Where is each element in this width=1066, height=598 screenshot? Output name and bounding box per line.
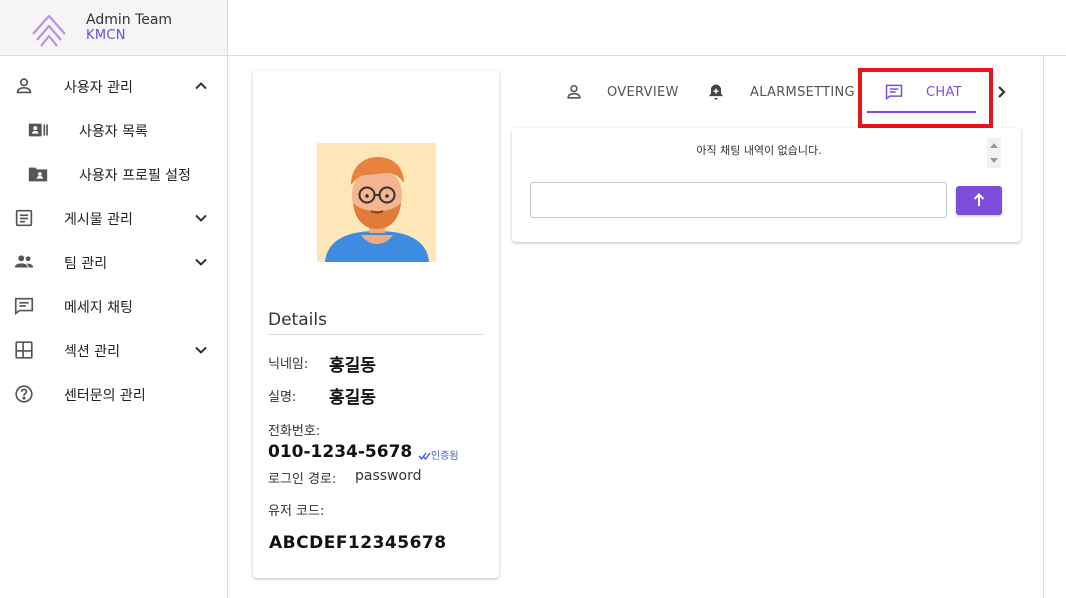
dashboard-icon xyxy=(15,341,33,359)
brand-subtitle: KMCN xyxy=(86,28,126,43)
sidebar-item-user-list[interactable]: 사용자 목록 xyxy=(0,108,228,152)
people-icon xyxy=(14,255,34,268)
sidebar-item-label: 센터문의 관리 xyxy=(64,388,146,404)
chat-message-input[interactable] xyxy=(530,182,947,218)
sidebar-item-team-management[interactable]: 팀 관리 xyxy=(0,240,228,284)
tab-label: OVERVIEW xyxy=(607,85,679,100)
chat-icon xyxy=(14,297,34,315)
avatar-illustration xyxy=(317,143,436,262)
nickname-label: 닉네임: xyxy=(268,357,309,372)
sidebar-item-label: 섹션 관리 xyxy=(64,344,120,360)
login-method-value: password xyxy=(355,468,422,484)
empty-chat-message: 아직 채팅 내역이 없습니다. xyxy=(696,144,822,157)
right-scroll-gutter xyxy=(1043,56,1066,598)
top-app-bar xyxy=(228,0,1066,56)
highlight-box xyxy=(858,68,993,128)
sidebar-item-label: 사용자 관리 xyxy=(64,80,133,96)
chevron-down-icon[interactable] xyxy=(191,208,211,228)
sidebar-item-post-management[interactable]: 게시물 관리 xyxy=(0,196,228,240)
sidebar-item-label: 팀 관리 xyxy=(64,256,108,272)
sidebar-item-inquiry-management[interactable]: 센터문의 관리 xyxy=(0,372,228,416)
help-icon xyxy=(15,385,33,403)
chevron-up-icon[interactable] xyxy=(191,76,211,96)
badge-icon xyxy=(28,123,48,137)
chevron-right-icon[interactable] xyxy=(995,83,1009,101)
article-icon xyxy=(15,209,33,227)
sidebar: 사용자 관리 사용자 목록 사용자 프로필 설정 게시물 관리 팀 관리 메세지… xyxy=(0,56,228,598)
chevron-down-icon[interactable] xyxy=(191,340,211,360)
chevron-down-icon[interactable] xyxy=(191,252,211,272)
realname-value: 홍길동 xyxy=(329,388,376,408)
sidebar-item-section-management[interactable]: 섹션 관리 xyxy=(0,328,228,372)
sidebar-item-label: 사용자 프로필 설정 xyxy=(79,168,191,184)
phone-value: 010-1234-5678 xyxy=(268,442,413,462)
sidebar-item-message-chat[interactable]: 메세지 채팅 xyxy=(0,284,228,328)
chat-panel: 아직 채팅 내역이 없습니다. xyxy=(512,128,1021,242)
tab-label: ALARMSETTING xyxy=(750,85,855,100)
tab-alarmsetting[interactable]: ALARMSETTING xyxy=(704,78,856,106)
realname-label: 실명: xyxy=(268,390,297,405)
logo-icon xyxy=(32,14,66,47)
notification-add-icon xyxy=(709,84,723,100)
folder-shared-icon xyxy=(28,167,48,182)
send-button[interactable] xyxy=(956,186,1002,215)
sidebar-item-label: 게시물 관리 xyxy=(64,212,133,228)
scroll-up-arrow[interactable] xyxy=(990,143,998,148)
user-code-value: ABCDEF12345678 xyxy=(269,533,447,553)
brand-title: Admin Team xyxy=(86,12,173,28)
divider xyxy=(268,334,484,335)
sidebar-item-label: 사용자 목록 xyxy=(79,124,148,140)
profile-card: Details 닉네임: 홍길동 실명: 홍길동 전화번호: 010-1234-… xyxy=(253,70,499,578)
double-check-icon xyxy=(418,452,431,461)
verified-label: 인증됨 xyxy=(431,451,459,462)
sidebar-item-user-management[interactable]: 사용자 관리 xyxy=(0,64,228,108)
arrow-up-icon xyxy=(973,193,985,206)
brand-header: Admin Team KMCN xyxy=(0,0,228,56)
details-title: Details xyxy=(268,310,327,330)
scrollbar[interactable] xyxy=(987,138,1001,168)
scroll-down-arrow[interactable] xyxy=(990,158,998,163)
nickname-value: 홍길동 xyxy=(329,356,376,376)
user-code-label: 유저 코드: xyxy=(268,504,325,519)
person-icon xyxy=(16,78,32,94)
sidebar-item-label: 메세지 채팅 xyxy=(64,300,133,316)
login-method-label: 로그인 경로: xyxy=(268,472,337,487)
tab-overview[interactable]: OVERVIEW xyxy=(562,78,682,106)
person-outline-icon xyxy=(567,84,581,99)
phone-label: 전화번호: xyxy=(268,424,321,439)
verified-badge: 인증됨 xyxy=(418,447,459,462)
sidebar-item-user-profile-settings[interactable]: 사용자 프로필 설정 xyxy=(0,152,228,196)
avatar xyxy=(317,143,436,262)
